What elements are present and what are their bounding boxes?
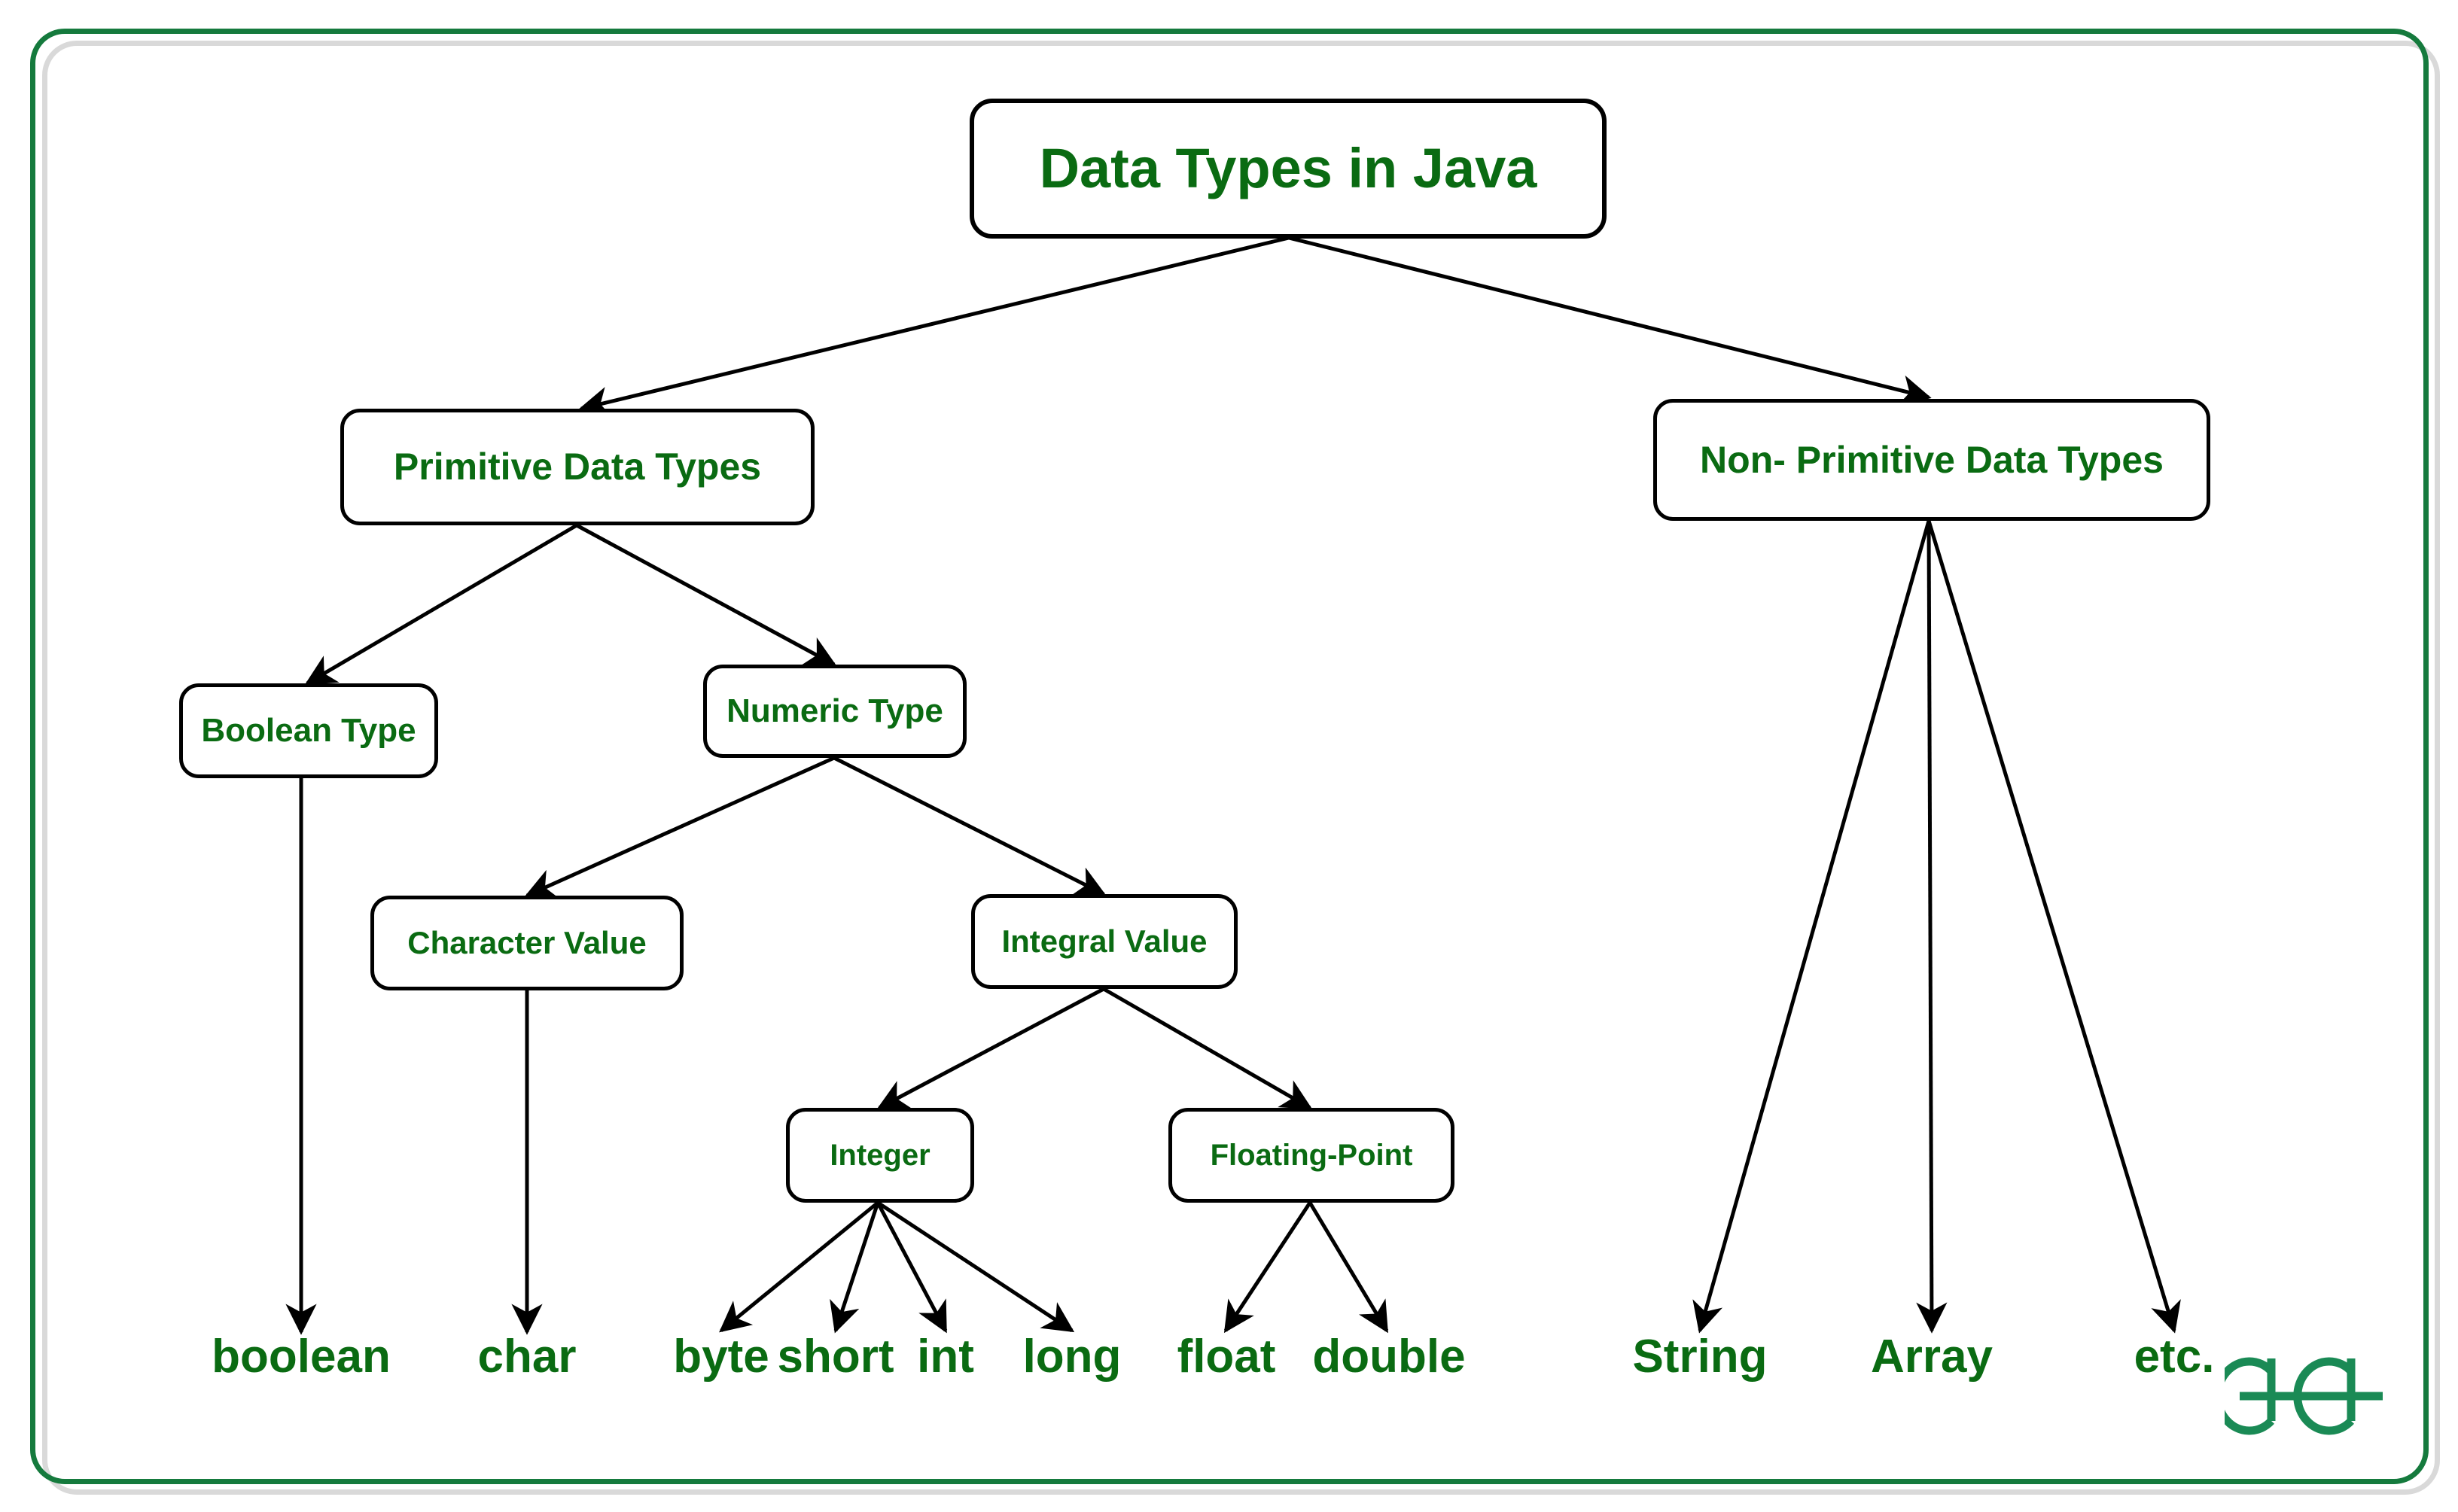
leaf-array: Array bbox=[1819, 1334, 2045, 1380]
leaf-label: Array bbox=[1871, 1331, 1993, 1383]
geeksforgeeks-logo-icon bbox=[2225, 1357, 2383, 1435]
leaf-label: String bbox=[1632, 1331, 1768, 1383]
node-boolean-type[interactable]: Boolean Type bbox=[179, 683, 438, 778]
edge-integralvalue-floatingpoint bbox=[1102, 987, 1313, 1110]
node-label: Data Types in Java bbox=[1039, 137, 1537, 200]
edge-root-primitive bbox=[578, 236, 1290, 418]
edge-integer-byte bbox=[719, 1201, 879, 1333]
node-label: Numeric Type bbox=[726, 692, 943, 729]
leaf-double: double bbox=[1280, 1334, 1498, 1380]
edge-integer-long bbox=[876, 1200, 1075, 1333]
leaf-label: long bbox=[1022, 1331, 1122, 1383]
node-label: Integral Value bbox=[1001, 923, 1208, 959]
node-floating-point[interactable]: Floating-Point bbox=[1168, 1108, 1454, 1203]
leaf-boolean: boolean bbox=[173, 1334, 429, 1380]
node-label: Floating-Point bbox=[1210, 1139, 1413, 1172]
leaf-label: char bbox=[477, 1331, 577, 1383]
node-label: Integer bbox=[830, 1139, 931, 1172]
edge-numerictype-charactervalue bbox=[524, 756, 836, 899]
node-numeric-type[interactable]: Numeric Type bbox=[703, 665, 967, 758]
edge-primitive-booleantype bbox=[304, 523, 578, 686]
edge-numerictype-integralvalue bbox=[833, 756, 1107, 896]
edge-nonprimitive-array bbox=[1916, 520, 1948, 1334]
node-non-primitive-data-types[interactable]: Non- Primitive Data Types bbox=[1653, 399, 2210, 521]
leaf-label: float bbox=[1177, 1331, 1276, 1383]
edge-integralvalue-integer bbox=[876, 987, 1105, 1110]
leaf-label: int bbox=[917, 1331, 974, 1383]
node-integral-value[interactable]: Integral Value bbox=[971, 894, 1238, 989]
leaf-string: String bbox=[1587, 1334, 1813, 1380]
edge-root-nonprimitive bbox=[1288, 236, 1932, 406]
leaf-char: char bbox=[429, 1334, 625, 1380]
node-integer[interactable]: Integer bbox=[786, 1108, 974, 1203]
edge-nonprimitive-etc bbox=[1926, 520, 2181, 1334]
node-label: Non- Primitive Data Types bbox=[1700, 438, 2164, 481]
node-data-types-in-java[interactable]: Data Types in Java bbox=[970, 99, 1607, 239]
node-label: Boolean Type bbox=[201, 711, 416, 749]
node-label: Primitive Data Types bbox=[393, 446, 762, 488]
leaf-long: long bbox=[989, 1334, 1155, 1380]
edge-floatingpoint-float bbox=[1223, 1201, 1312, 1334]
node-character-value[interactable]: Character Value bbox=[370, 896, 684, 990]
edge-integer-int bbox=[876, 1201, 948, 1334]
edge-floatingpoint-double bbox=[1308, 1201, 1389, 1334]
edge-primitive-numerictype bbox=[575, 523, 837, 667]
node-label: Character Value bbox=[407, 924, 647, 960]
leaf-label: short bbox=[777, 1331, 894, 1383]
diagram-canvas: Data Types in Java Primitive Data Types … bbox=[0, 0, 2458, 1512]
leaf-label: etc. bbox=[2134, 1331, 2215, 1383]
edge-nonprimitive-string bbox=[1692, 520, 1931, 1334]
leaf-label: double bbox=[1312, 1331, 1466, 1383]
leaf-label: boolean bbox=[212, 1331, 391, 1383]
node-primitive-data-types[interactable]: Primitive Data Types bbox=[340, 409, 815, 525]
